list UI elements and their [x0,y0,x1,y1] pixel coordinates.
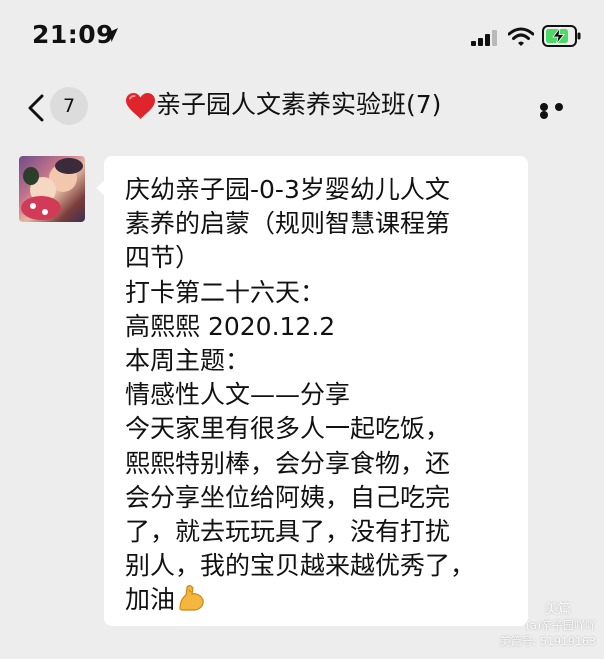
message-line: 四节） [125,243,201,273]
sender-avatar[interactable] [19,156,85,222]
message-line: 高熙熙 2020.12.2 [125,311,336,341]
back-chevron-icon[interactable] [26,94,46,122]
message-line: 今天家里有很多人一起吃饭， [125,414,451,444]
watermark-logo: 美篇 [545,602,572,617]
message-last-line: 加油 [125,583,525,617]
location-arrow-icon [104,28,118,42]
cellular-signal-icon [471,30,497,46]
wifi-icon [508,27,534,46]
chat-title: 亲子园人文素养实验班(7) [156,90,442,119]
red-heart-icon [126,93,155,119]
unread-count-badge[interactable]: 7 [50,87,88,125]
message-text: 庆幼亲子园-0-3岁婴幼儿人文 素养的启蒙（规则智慧课程第 四节） 打卡第二十六… [125,173,525,618]
avatar-photo [21,158,83,220]
status-bar: 21:09 [0,0,604,72]
message-line: 打卡第二十六天： [125,277,326,307]
message-line: 熙熙特别棒，会分享食物，还 [125,448,451,478]
message-line: 情感性人文——分享 [125,380,351,410]
watermark-id: 美篇号: 51919163 [499,635,596,648]
message-line: 庆幼亲子园-0-3岁婴幼儿人文 [125,175,450,204]
battery-charging-icon [542,25,581,47]
message-line: 了，就去玩玩具了，没有打扰 [125,517,451,547]
watermark-author: (a)亲子园吖吖 [525,619,596,632]
more-options-icon[interactable] [540,103,584,119]
message-bubble[interactable]: 庆幼亲子园-0-3岁婴幼儿人文 素养的启蒙（规则智慧课程第 四节） 打卡第二十六… [96,156,528,626]
message-line: 别人，我的宝贝越来越优秀了， [125,551,476,581]
message-line: 会分享坐位给阿姨，自己吃完 [125,482,451,512]
flexed-biceps-icon [179,585,204,612]
status-time: 21:09 [32,20,115,49]
message-line: 素养的启蒙（规则智慧课程第 [125,209,451,239]
message-line: 加油 [125,585,176,615]
chat-header: 7 亲子园人文素养实验班(7) [0,72,604,142]
message-line: 本周主题： [125,346,251,376]
